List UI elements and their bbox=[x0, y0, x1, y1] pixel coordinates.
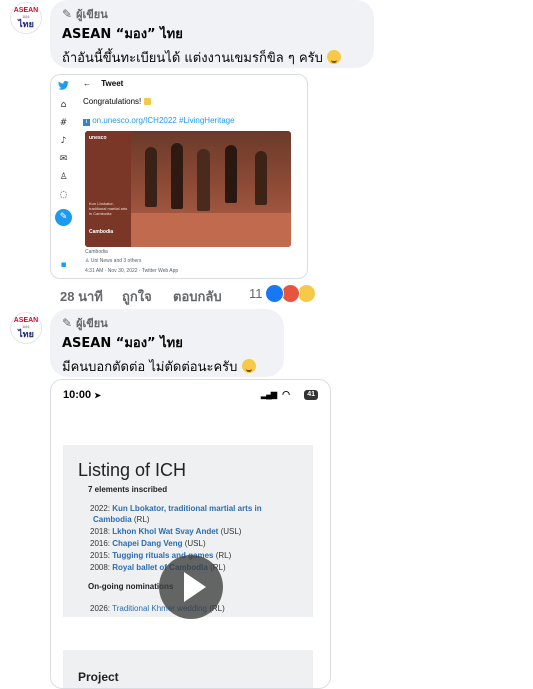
reply-link[interactable]: ตอบกลับ bbox=[173, 286, 222, 307]
home-icon: ⌂ bbox=[60, 100, 67, 110]
relieved-emoji-icon bbox=[241, 359, 256, 373]
comment-bubble: ✎ ผู้เขียน ASEAN “มอง” ไทย มีคนบอกตัดต่อ… bbox=[50, 309, 284, 377]
avatar[interactable]: ASEAN มอง ไทย bbox=[10, 2, 42, 34]
tweet-meta: 4:31 AM · Nov 30, 2022 · Twitter Web App bbox=[85, 268, 179, 274]
play-icon bbox=[184, 572, 206, 602]
author-badge: ✎ ผู้เขียน bbox=[62, 6, 362, 21]
explore-icon: # bbox=[59, 118, 68, 128]
avatar-logo-text: ไทย bbox=[18, 19, 34, 29]
comment-timestamp[interactable]: 28 นาที bbox=[60, 286, 103, 307]
author-badge: ✎ ผู้เขียน bbox=[62, 315, 272, 330]
tweet-link: i on.unesco.org/ICH2022 #LivingHeritage bbox=[83, 116, 235, 126]
dancers-figure bbox=[225, 145, 237, 203]
person-icon: ♙ bbox=[85, 258, 90, 264]
tweet-header: ← Tweet bbox=[83, 79, 123, 88]
ich-type: (USL) bbox=[182, 539, 206, 548]
tweet-photo: unesco Kun Lbokator, traditional martial… bbox=[85, 131, 291, 247]
ich-name: Kun Lbokator, traditional martial arts i… bbox=[112, 504, 262, 513]
twitter-bird-icon bbox=[58, 81, 69, 90]
tweet-attribution-text: Uni News and 3 others bbox=[90, 258, 142, 264]
comment-text-content: มีคนบอกตัดต่อ ไม่ตัดต่อนะครับ bbox=[62, 360, 238, 375]
grinning-emoji-icon bbox=[327, 50, 342, 64]
tweet-attribution: ♙ Uni News and 3 others bbox=[85, 258, 141, 264]
ich-name: Cambodia bbox=[93, 515, 132, 524]
phone-screenshot-video[interactable]: 10:00 ➤ ▂▄▆ ◠ 41 Listing of ICH 7 elemen… bbox=[50, 379, 331, 689]
more-icon: ◌ bbox=[59, 190, 68, 200]
comment-author[interactable]: ASEAN “มอง” ไทย bbox=[62, 332, 272, 353]
ich-count: 7 elements inscribed bbox=[88, 485, 168, 494]
wifi-icon: ◠ bbox=[282, 389, 290, 399]
comment-text-content: ถ้าอันนี้ขึ้นทะเบียนได้ แต่งงานเขมรก็ขิล… bbox=[62, 51, 323, 66]
dancers-figure bbox=[145, 147, 157, 207]
ich-year: 2018: bbox=[90, 527, 111, 536]
status-time: 10:00 bbox=[63, 389, 92, 401]
ich-year: 2026: bbox=[90, 604, 111, 613]
signal-icon: ▂▄▆ bbox=[261, 390, 277, 399]
notifications-icon: ♪ bbox=[60, 136, 67, 146]
ich-type: (RL) bbox=[131, 515, 150, 524]
ich-list-item[interactable]: Cambodia (RL) bbox=[93, 515, 149, 524]
ich-year: 2008: bbox=[90, 563, 111, 572]
location-arrow-icon: ➤ bbox=[94, 391, 101, 400]
tweet-congrats-text: Congratulations! bbox=[83, 97, 142, 106]
ich-list-item[interactable]: 2022: Kun Lbokator, traditional martial … bbox=[90, 504, 262, 513]
dancers-figure bbox=[255, 151, 267, 205]
ich-type: (USL) bbox=[218, 527, 242, 536]
unesco-logo: unesco bbox=[89, 135, 107, 141]
photo-country: Cambodia bbox=[89, 229, 114, 235]
author-badge-label: ผู้เขียน bbox=[76, 7, 108, 21]
status-bar: 10:00 ➤ ▂▄▆ ◠ 41 bbox=[63, 389, 318, 403]
tweet-header-label: Tweet bbox=[101, 79, 124, 88]
compose-tweet-icon: ✎ bbox=[55, 209, 72, 226]
dancers-figure bbox=[171, 143, 183, 209]
ich-year: 2022: bbox=[90, 504, 111, 513]
back-arrow-icon: ← bbox=[83, 79, 91, 88]
avatar[interactable]: ASEAN มอง ไทย bbox=[10, 312, 42, 344]
play-button[interactable] bbox=[159, 555, 223, 619]
comment-author[interactable]: ASEAN “มอง” ไทย bbox=[62, 23, 362, 44]
photo-link: Cambodia bbox=[85, 249, 108, 255]
tweet-screenshot-image[interactable]: ⌂ # ♪ ✉ ♙ ◌ ✎ ▪ ← Tweet Congratulations!… bbox=[50, 74, 308, 279]
like-link[interactable]: ถูกใจ bbox=[122, 286, 152, 307]
info-icon: i bbox=[83, 119, 90, 126]
ground bbox=[131, 213, 291, 247]
photo-caption: Kun Lbokator, traditional martial arts i… bbox=[89, 201, 128, 216]
project-heading: Project bbox=[78, 670, 119, 684]
ich-title: Listing of ICH bbox=[78, 460, 187, 480]
ich-list-item[interactable]: 2016: Chapei Dang Veng (USL) bbox=[90, 539, 206, 548]
author-badge-label: ผู้เขียน bbox=[76, 316, 108, 330]
ich-year: 2015: bbox=[90, 551, 111, 560]
pencil-icon: ✎ bbox=[62, 6, 73, 21]
ich-name: Chapei Dang Veng bbox=[112, 539, 183, 548]
tweet-content: ← Tweet Congratulations! i on.unesco.org… bbox=[79, 75, 299, 278]
comment-actions: 28 นาที ถูกใจ ตอบกลับ 11 bbox=[60, 284, 533, 304]
comment-bubble: ✎ ผู้เขียน ASEAN “มอง” ไทย ถ้าอันนี้ขึ้น… bbox=[50, 0, 374, 68]
messages-icon: ✉ bbox=[59, 154, 68, 164]
reaction-count[interactable]: 11 bbox=[249, 286, 263, 301]
photo-caption-panel: unesco Kun Lbokator, traditional martial… bbox=[85, 131, 131, 247]
account-icon: ▪ bbox=[60, 260, 67, 270]
project-panel: Project bbox=[63, 650, 313, 688]
ich-list-item[interactable]: 2018: Lkhon Khol Wat Svay Andet (USL) bbox=[90, 527, 241, 536]
twitter-sidebar: ⌂ # ♪ ✉ ♙ ◌ ✎ ▪ bbox=[51, 75, 77, 278]
celebration-emoji-icon bbox=[143, 98, 151, 105]
dancers-figure bbox=[197, 149, 210, 211]
avatar-logo-text: ไทย bbox=[18, 329, 34, 339]
pencil-icon: ✎ bbox=[62, 315, 73, 330]
comment-text: มีคนบอกตัดต่อ ไม่ตัดต่อนะครับ bbox=[62, 356, 272, 377]
battery-icon: 41 bbox=[304, 390, 318, 400]
comment-text: ถ้าอันนี้ขึ้นทะเบียนได้ แต่งงานเขมรก็ขิล… bbox=[62, 47, 362, 68]
tweet-link-text: on.unesco.org/ICH2022 #LivingHeritage bbox=[92, 116, 235, 125]
ich-name: Lkhon Khol Wat Svay Andet bbox=[112, 527, 219, 536]
tweet-text: Congratulations! bbox=[83, 97, 151, 106]
profile-icon: ♙ bbox=[59, 172, 68, 182]
ich-year: 2016: bbox=[90, 539, 111, 548]
like-reaction-icon[interactable] bbox=[265, 284, 284, 303]
